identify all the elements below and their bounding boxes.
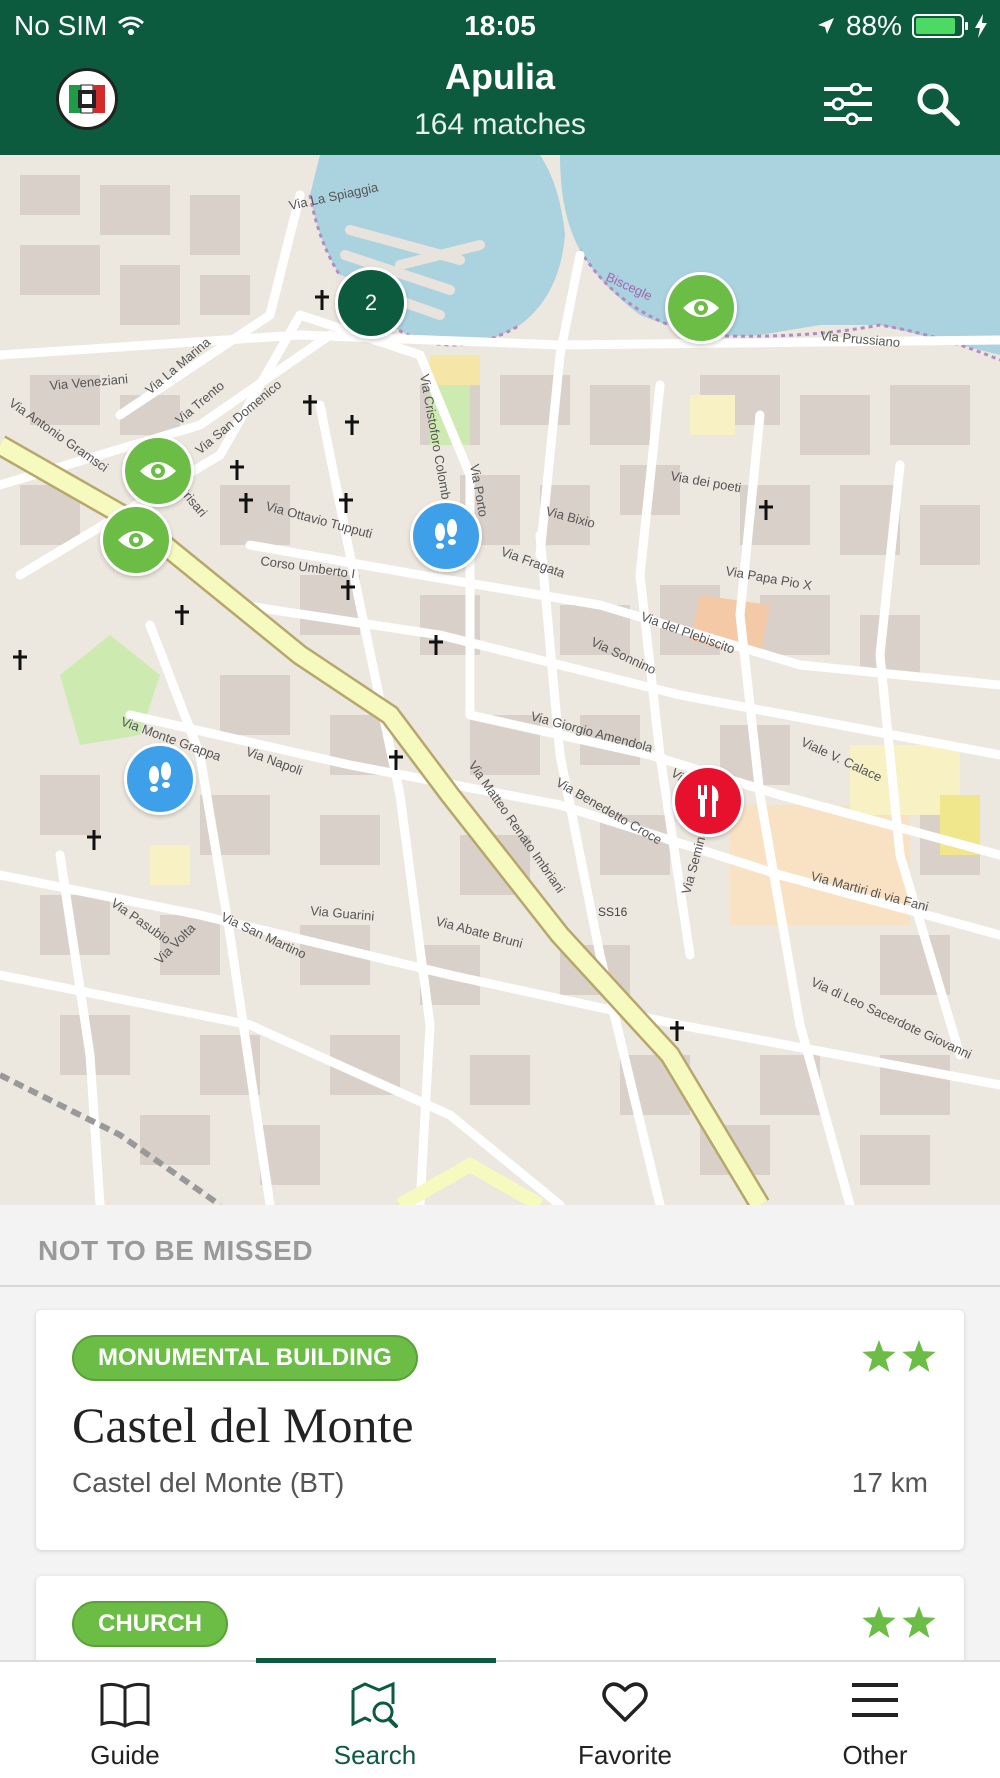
category-badge: CHURCH — [72, 1601, 228, 1647]
cluster-count: 2 — [364, 290, 378, 315]
poi-card[interactable]: CHURCH — [36, 1576, 964, 1660]
book-icon — [100, 1682, 150, 1728]
eye-icon — [118, 531, 154, 549]
walk-marker[interactable] — [124, 743, 196, 815]
star-icon — [862, 1340, 896, 1372]
street-label: Via Fragata — [499, 544, 568, 581]
tab-favorite[interactable]: Favorite — [500, 1662, 750, 1778]
tab-label: Guide — [90, 1740, 160, 1770]
battery-icon — [912, 14, 968, 38]
star-icon — [902, 1606, 936, 1638]
map-view[interactable]: Via La Spiaggia Via Prussiano Via Venezi… — [0, 155, 1000, 1205]
location-arrow-icon — [817, 18, 834, 34]
tab-other[interactable]: Other — [750, 1662, 1000, 1778]
battery-percent: 88% — [845, 10, 902, 41]
status-bar: No SIM 18:05 88% — [0, 0, 1000, 50]
footsteps-icon — [149, 762, 171, 792]
street-label: Via Prussiano — [820, 328, 901, 350]
rating-stars — [862, 1340, 936, 1372]
category-badge: MONUMENTAL BUILDING — [72, 1335, 418, 1381]
section-title: NOT TO BE MISSED — [38, 1235, 314, 1266]
poi-title: Castel del Monte — [72, 1397, 414, 1453]
sight-marker[interactable] — [100, 504, 172, 576]
tab-label: Other — [842, 1740, 908, 1770]
app-header: No SIM 18:05 88% Apulia 164 matches — [0, 0, 1000, 155]
tab-label: Favorite — [578, 1740, 672, 1770]
tab-search[interactable]: Search — [250, 1662, 500, 1778]
sight-marker[interactable] — [665, 272, 737, 344]
street-label: Via Guarini — [310, 903, 375, 924]
star-icon — [902, 1340, 936, 1372]
map-search-icon — [351, 1681, 398, 1728]
rating-stars — [862, 1606, 936, 1638]
street-label: Via Papa Pio X — [724, 563, 813, 593]
fork-knife-icon — [698, 785, 719, 817]
street-label: Via dei poeti — [669, 468, 742, 495]
star-icon — [862, 1606, 896, 1638]
tab-guide[interactable]: Guide — [0, 1662, 250, 1778]
divider — [0, 1285, 1000, 1287]
highlights-section: NOT TO BE MISSED MONUMENTAL BUILDING Cas… — [0, 1205, 1000, 1660]
tab-bar: Guide Search Favorite Other — [0, 1658, 1000, 1778]
filter-button[interactable] — [818, 74, 878, 134]
eye-icon — [140, 462, 176, 480]
food-marker[interactable] — [672, 765, 744, 837]
menu-icon — [852, 1683, 898, 1717]
poi-location: Castel del Monte (BT) — [72, 1467, 345, 1498]
eye-icon — [683, 299, 719, 317]
search-icon — [917, 83, 960, 126]
search-button[interactable] — [908, 74, 968, 134]
sight-marker[interactable] — [122, 435, 194, 507]
footsteps-icon — [435, 519, 457, 549]
poi-card[interactable]: MONUMENTAL BUILDING Castel del Monte Cas… — [36, 1310, 964, 1550]
charging-icon — [975, 14, 987, 38]
tab-label: Search — [333, 1740, 417, 1770]
road-shield: SS16 — [598, 905, 628, 919]
walk-marker[interactable] — [410, 500, 482, 572]
poi-distance: 17 km — [851, 1467, 928, 1498]
heart-icon — [602, 1682, 648, 1722]
map-tiles: Via La Spiaggia Via Prussiano Via Venezi… — [0, 155, 1000, 1205]
sliders-icon — [824, 83, 872, 125]
cluster-marker[interactable]: 2 — [335, 267, 407, 339]
